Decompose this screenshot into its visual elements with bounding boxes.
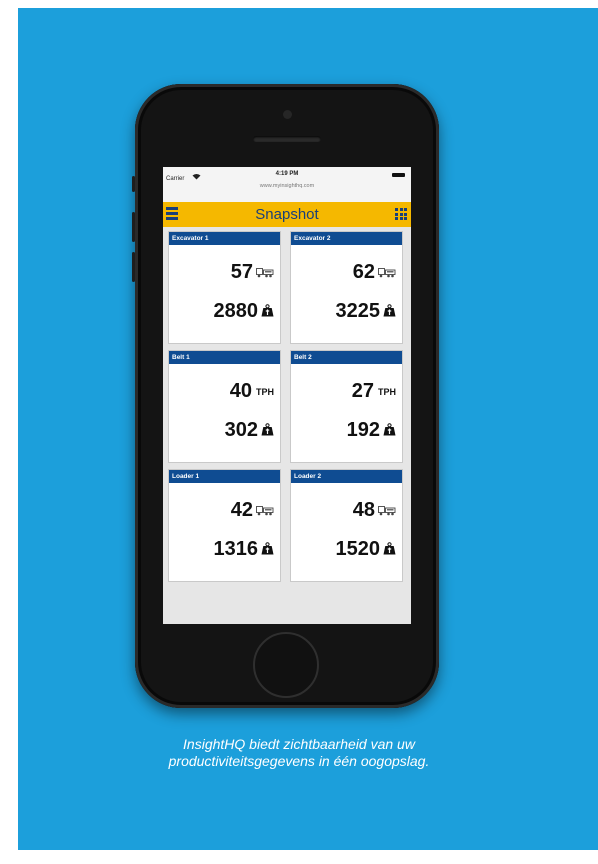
tonne-weight-icon	[261, 300, 274, 323]
truck-count-value: 42	[230, 499, 253, 521]
caption: InsightHQ biedt zichtbaarheid van uw pro…	[0, 736, 598, 770]
page-url[interactable]: www.myinsighthq.com	[163, 183, 411, 189]
tph-unit-label: TPH	[378, 386, 396, 397]
card-title: Belt 1	[169, 351, 280, 364]
throughput: 40 TPH	[230, 380, 274, 403]
tonnage: 1520	[336, 538, 397, 561]
phone-frame: Carrier 4:19 PM www.myinsighthq.com Snap…	[132, 84, 439, 708]
caption-line-1: InsightHQ biedt zichtbaarheid van uw	[183, 736, 415, 752]
truck-count: 57	[231, 261, 274, 284]
tonnage-value: 1316	[213, 538, 259, 560]
truck-count-value: 57	[230, 261, 253, 283]
card-title: Excavator 1	[169, 232, 280, 245]
tonnage-value: 2880	[213, 300, 259, 322]
card-belt-1[interactable]: Belt 1 40 TPH 302	[168, 350, 281, 463]
truck-icon	[256, 499, 274, 522]
truck-icon	[256, 261, 274, 284]
mute-switch	[132, 176, 135, 192]
card-loader-2[interactable]: Loader 2 48 1520	[290, 469, 403, 582]
tonnage-value: 3225	[335, 300, 381, 322]
card-excavator-2[interactable]: Excavator 2 62 3225	[290, 231, 403, 344]
truck-count: 42	[231, 499, 274, 522]
volume-down-button	[132, 252, 135, 282]
card-excavator-1[interactable]: Excavator 1 57 2880	[168, 231, 281, 344]
card-title: Loader 2	[291, 470, 402, 483]
card-loader-1[interactable]: Loader 1 42 1316	[168, 469, 281, 582]
tonne-weight-icon	[383, 300, 396, 323]
truck-count-value: 62	[352, 261, 375, 283]
throughput-value: 40	[229, 380, 252, 402]
truck-count-value: 48	[352, 499, 375, 521]
card-title: Belt 2	[291, 351, 402, 364]
tonnage: 3225	[336, 300, 397, 323]
tonne-weight-icon	[383, 538, 396, 561]
truck-count: 48	[353, 499, 396, 522]
throughput-value: 27	[351, 380, 374, 402]
tph-unit-label: TPH	[256, 386, 274, 397]
tonnage-value: 192	[346, 419, 380, 441]
card-title: Excavator 2	[291, 232, 402, 245]
phone-screen: Carrier 4:19 PM www.myinsighthq.com Snap…	[163, 167, 411, 624]
app-header: Snapshot	[163, 202, 411, 227]
front-camera	[283, 110, 292, 119]
tonne-weight-icon	[383, 419, 396, 442]
tonne-weight-icon	[261, 419, 274, 442]
page-title: Snapshot	[255, 206, 319, 223]
grid-menu-icon[interactable]	[395, 208, 407, 220]
truck-count: 62	[353, 261, 396, 284]
caption-line-2: productiviteitsgegevens in één oogopslag…	[168, 753, 430, 769]
tonnage-value: 1520	[335, 538, 381, 560]
truck-icon	[378, 499, 396, 522]
earpiece-speaker	[253, 136, 321, 142]
truck-icon	[378, 261, 396, 284]
status-bar: Carrier 4:19 PM www.myinsighthq.com	[163, 167, 411, 202]
throughput: 27 TPH	[352, 380, 396, 403]
tonnage: 192	[347, 419, 396, 442]
volume-up-button	[132, 212, 135, 242]
card-belt-2[interactable]: Belt 2 27 TPH 192	[290, 350, 403, 463]
status-time: 4:19 PM	[275, 171, 299, 177]
tonnage: 302	[225, 419, 274, 442]
tonnage: 2880	[214, 300, 275, 323]
card-title: Loader 1	[169, 470, 280, 483]
tonnage-value: 302	[224, 419, 258, 441]
home-button[interactable]	[253, 632, 319, 698]
battery-icon	[392, 173, 405, 177]
tonne-weight-icon	[261, 538, 274, 561]
tonnage: 1316	[214, 538, 275, 561]
